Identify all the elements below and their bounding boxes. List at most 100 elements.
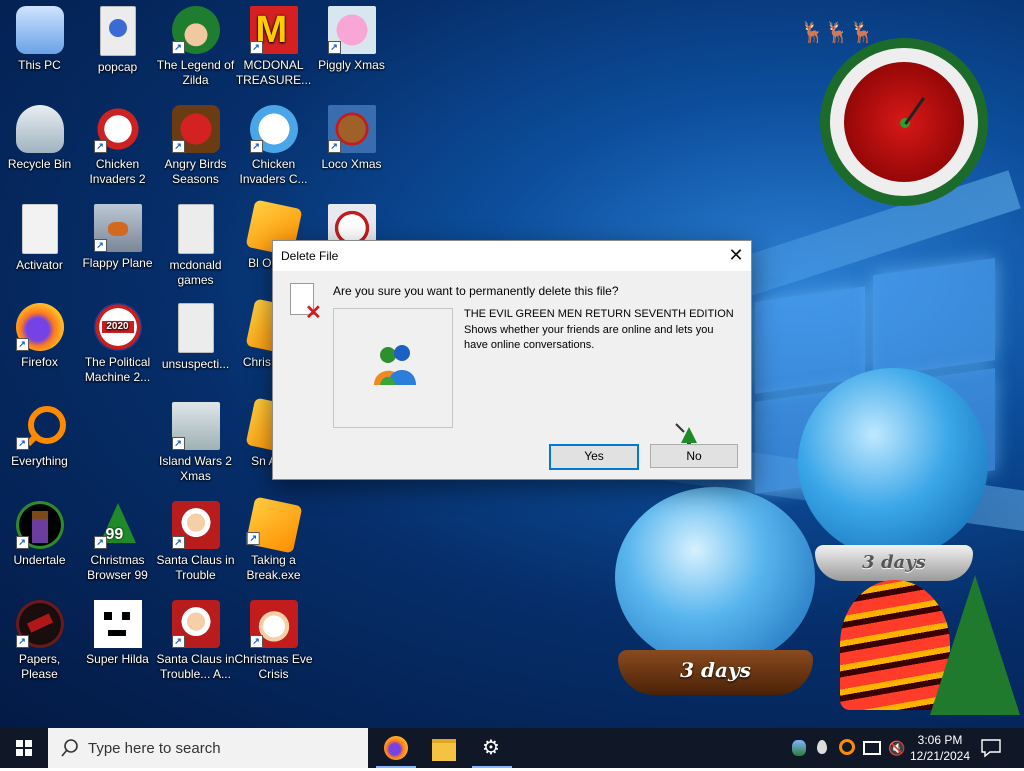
- zilda-icon: ↗: [171, 6, 220, 54]
- undertale-icon: ↗: [15, 501, 64, 549]
- super-hilda-icon: [93, 600, 142, 648]
- red-x-icon: ✕: [305, 302, 322, 324]
- desktop-icon-loco-xmas[interactable]: ↗ Loco Xmas: [312, 99, 391, 172]
- file-preview: [333, 308, 453, 428]
- santa-icon: ↗: [171, 501, 220, 549]
- shortcut-arrow-icon: ↗: [249, 635, 263, 648]
- angry-birds-icon: ↗: [171, 105, 220, 153]
- tray-volume-mute-icon[interactable]: 🔇: [884, 728, 906, 768]
- desktop-icon-taking-a-break[interactable]: ↗ Taking a Break.exe: [234, 495, 313, 583]
- shortcut-arrow-icon: ↗: [249, 41, 263, 54]
- desktop-icon-mcdonald-games[interactable]: mcdonald games: [156, 198, 235, 288]
- desktop-icon-piggly-xmas[interactable]: ↗ Piggly Xmas: [312, 0, 391, 73]
- desktop-icon-label: Loco Xmas: [321, 157, 382, 171]
- search-placeholder: Type here to search: [88, 740, 221, 757]
- start-button[interactable]: [0, 728, 48, 768]
- shortcut-arrow-icon: ↗: [93, 140, 107, 153]
- desktop-icon-label: Everything: [11, 454, 68, 468]
- desktop-icon-label: Papers, Please: [18, 652, 61, 681]
- shortcut-arrow-icon: ↗: [327, 41, 341, 54]
- desktop-icon-label: This PC: [18, 58, 61, 72]
- desktop-icon-political-machine[interactable]: 2020 The Political Machine 2...: [78, 297, 157, 385]
- desktop-icon-label: Chicken Invaders C...: [239, 157, 308, 186]
- folder-icon: [21, 204, 58, 254]
- taskbar-settings[interactable]: ⚙: [468, 728, 516, 768]
- desktop-icon-legend-of-zilda[interactable]: ↗ The Legend of Zilda: [156, 0, 235, 88]
- taskbar-search-box[interactable]: Type here to search: [48, 728, 368, 768]
- tray-network-icon[interactable]: [858, 728, 882, 768]
- yes-button[interactable]: Yes: [549, 444, 639, 470]
- shortcut-arrow-icon: ↗: [171, 437, 185, 450]
- windows-logo-icon: [16, 740, 32, 756]
- desktop-icon-label: Santa Claus in Trouble... A...: [156, 652, 235, 681]
- notification-icon[interactable]: [980, 738, 1002, 758]
- puzzle-piece-icon: ↗: [245, 496, 302, 554]
- desktop-icon-everything[interactable]: ↗ Everything: [0, 396, 79, 469]
- snowman-chicken-icon: ↗: [249, 105, 298, 153]
- close-icon[interactable]: ✕: [721, 241, 751, 271]
- countdown-label: 3 days: [862, 552, 926, 573]
- political-machine-icon: 2020: [93, 303, 142, 351]
- christmas-tree-icon: 99 ↗: [93, 501, 142, 549]
- dialog-body: ✕ Are you sure you want to permanently d…: [273, 271, 751, 479]
- desktop-icon-unsuspecting[interactable]: unsuspecti...: [156, 297, 235, 372]
- desktop-icon-super-hilda[interactable]: Super Hilda: [78, 594, 157, 667]
- delete-document-icon: ✕: [290, 283, 322, 324]
- taskbar-file-explorer[interactable]: [420, 728, 468, 768]
- desktop-icon-label: Santa Claus in Trouble: [156, 553, 235, 582]
- desktop-icon-label: unsuspecti...: [161, 357, 230, 371]
- desktop-icon-christmas-browser-99[interactable]: 99 ↗ Christmas Browser 99: [78, 495, 157, 583]
- folder-icon: [99, 6, 136, 56]
- file-name: THE EVIL GREEN MEN RETURN SEVENTH EDITIO…: [464, 308, 734, 320]
- recycle-bin-icon: [15, 105, 64, 153]
- clock-date: 12/21/2024: [909, 749, 971, 763]
- desktop-icon-chicken-invaders-2[interactable]: ↗ Chicken Invaders 2: [78, 99, 157, 187]
- tray-network-user-icon[interactable]: [788, 728, 812, 768]
- dialog-titlebar[interactable]: Delete File ✕: [273, 241, 751, 271]
- tray-everything-icon[interactable]: [834, 728, 856, 768]
- shortcut-arrow-icon: ↗: [171, 635, 185, 648]
- desktop-icon-activator[interactable]: Activator: [0, 198, 79, 273]
- christmas-tree-decoration: [930, 575, 1020, 715]
- clock-time: 3:06 PM: [917, 733, 963, 747]
- desktop-icon-undertale[interactable]: ↗ Undertale: [0, 495, 79, 568]
- desktop-icon-label: Piggly Xmas: [318, 58, 385, 72]
- taskbar-firefox[interactable]: [372, 728, 420, 768]
- desktop-icon-mcdonal-treasure[interactable]: M ↗ MCDONAL TREASURE...: [234, 0, 313, 88]
- tray-drop-icon[interactable]: [812, 728, 832, 768]
- desktop-icon-christmas-eve-crisis[interactable]: ↗ Christmas Eve Crisis: [234, 594, 313, 682]
- desktop-icon-label: Chicken Invaders 2: [89, 157, 146, 186]
- desktop-icon-label: Undertale: [13, 553, 66, 567]
- desktop-icon-island-wars-2[interactable]: ↗ Island Wars 2 Xmas: [156, 396, 235, 484]
- snow-globe-large: [798, 368, 988, 558]
- shortcut-arrow-icon: ↗: [15, 338, 29, 351]
- desktop-icon-firefox[interactable]: ↗ Firefox: [0, 297, 79, 370]
- dialog-title: Delete File: [281, 249, 339, 263]
- desktop-icon-papers-please[interactable]: ↗ Papers, Please: [0, 594, 79, 682]
- desktop-icon-santa-claus-in-trouble[interactable]: ↗ Santa Claus in Trouble: [156, 495, 235, 583]
- taskbar-clock[interactable]: 3:06 PM 12/21/2024: [908, 732, 972, 764]
- desktop-icon-santa-claus-in-trouble-again[interactable]: ↗ Santa Claus in Trouble... A...: [156, 594, 235, 682]
- desktop-icon-label: Angry Birds Seasons: [164, 157, 227, 186]
- desktop-icon-popcap[interactable]: popcap: [78, 0, 157, 75]
- shortcut-arrow-icon: ↗: [15, 437, 29, 450]
- desktop-icon-recycle-bin[interactable]: Recycle Bin: [0, 99, 79, 172]
- flappy-plane-icon: ↗: [93, 204, 142, 252]
- island-wars-icon: ↗: [171, 402, 220, 450]
- magnifier-icon: ↗: [15, 402, 66, 450]
- desktop-icon-this-pc[interactable]: This PC: [0, 0, 79, 73]
- shortcut-arrow-icon: ↗: [171, 536, 185, 549]
- papers-please-icon: ↗: [15, 600, 64, 648]
- folder-icon: [177, 204, 214, 254]
- desktop-icon-label: popcap: [97, 60, 138, 74]
- desktop-icon-label: Taking a Break.exe: [246, 553, 301, 582]
- shortcut-arrow-icon: ↗: [93, 536, 107, 549]
- desktop-icon-flappy-plane[interactable]: ↗ Flappy Plane: [78, 198, 157, 271]
- no-button[interactable]: No: [650, 444, 738, 468]
- desktop-icon-chicken-invaders-c[interactable]: ↗ Chicken Invaders C...: [234, 99, 313, 187]
- search-icon: [61, 739, 78, 757]
- christmas-clock-gadget[interactable]: 🦌🦌🦌: [800, 20, 1010, 220]
- santa-icon: ↗: [249, 600, 298, 648]
- snow-globe-small: [615, 487, 815, 667]
- desktop-icon-angry-birds-seasons[interactable]: ↗ Angry Birds Seasons: [156, 99, 235, 187]
